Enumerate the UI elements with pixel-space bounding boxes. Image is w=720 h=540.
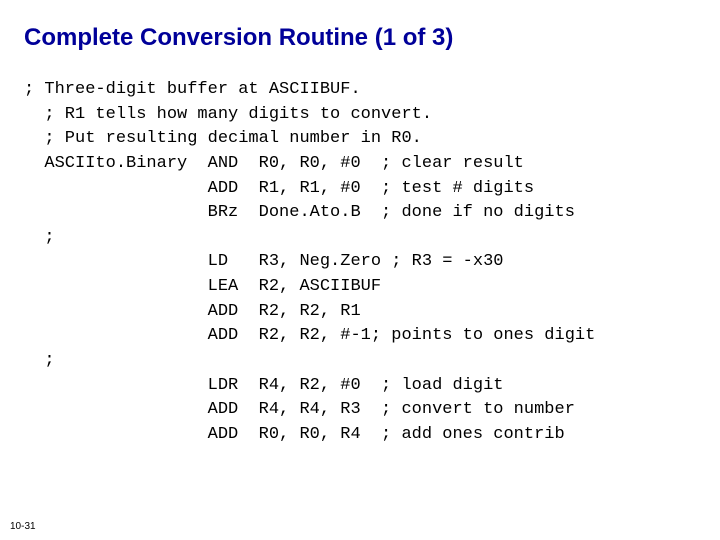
code-line: ADD R2, R2, #-1; points to ones digit — [24, 326, 595, 345]
code-line: ; Put resulting decimal number in R0. — [24, 129, 422, 148]
code-line: ; — [24, 351, 55, 370]
code-line: ASCIIto.Binary AND R0, R0, #0 ; clear re… — [24, 154, 524, 173]
code-line: ; — [24, 228, 55, 247]
code-line: ADD R2, R2, R1 — [24, 302, 361, 321]
code-line: BRz Done.Ato.B ; done if no digits — [24, 203, 575, 222]
code-line: ADD R1, R1, #0 ; test # digits — [24, 179, 534, 198]
slide: Complete Conversion Routine (1 of 3) ; T… — [0, 0, 720, 540]
code-block: ; Three-digit buffer at ASCIIBUF. ; R1 t… — [24, 78, 696, 448]
code-line: ADD R0, R0, R4 ; add ones contrib — [24, 425, 565, 444]
code-line: LEA R2, ASCIIBUF — [24, 277, 381, 296]
code-line: ADD R4, R4, R3 ; convert to number — [24, 400, 575, 419]
page-title: Complete Conversion Routine (1 of 3) — [24, 24, 696, 52]
code-line: ; Three-digit buffer at ASCIIBUF. — [24, 80, 361, 99]
page-number: 10-31 — [10, 521, 36, 532]
code-line: LDR R4, R2, #0 ; load digit — [24, 376, 503, 395]
code-line: LD R3, Neg.Zero ; R3 = -x30 — [24, 252, 503, 271]
code-line: ; R1 tells how many digits to convert. — [24, 105, 432, 124]
